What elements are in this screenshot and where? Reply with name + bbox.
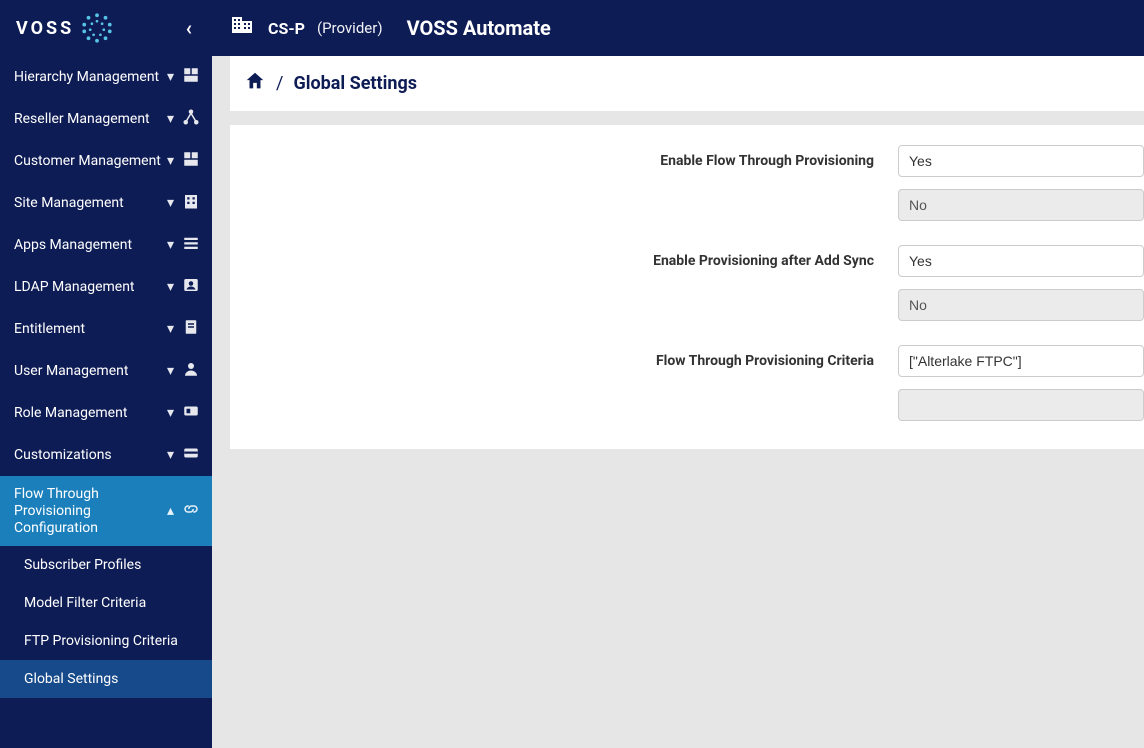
enable-flow-through-secondary <box>898 189 1144 221</box>
sidebar-item-ldap-management[interactable]: LDAP Management ▾ <box>0 266 212 308</box>
link-icon <box>182 500 200 522</box>
sidebar-item-label: Hierarchy Management <box>14 69 161 86</box>
chevron-down-icon: ▾ <box>167 405 174 421</box>
sub-item-label: Model Filter Criteria <box>24 595 146 611</box>
form-group-flow-through-criteria: Flow Through Provisioning Criteria <box>230 345 1144 421</box>
sidebar-item-user-management[interactable]: User Management ▾ <box>0 350 212 392</box>
building-icon <box>182 192 200 214</box>
chevron-down-icon: ▾ <box>167 69 174 85</box>
sidebar-item-role-management[interactable]: Role Management ▾ <box>0 392 212 434</box>
sidebar-item-label: Apps Management <box>14 237 161 254</box>
sidebar-item-label: Reseller Management <box>14 111 161 128</box>
sidebar-item-customer-management[interactable]: Customer Management ▾ <box>0 140 212 182</box>
person-icon <box>182 360 200 382</box>
sidebar-item-label: Entitlement <box>14 321 161 338</box>
org-icon <box>182 150 200 172</box>
sub-item-global-settings[interactable]: Global Settings <box>0 660 212 698</box>
sub-item-label: Global Settings <box>24 671 118 687</box>
sidebar-item-entitlement[interactable]: Entitlement ▾ <box>0 308 212 350</box>
sidebar-item-apps-management[interactable]: Apps Management ▾ <box>0 224 212 266</box>
enable-after-add-sync-secondary <box>898 289 1144 321</box>
sub-item-model-filter-criteria[interactable]: Model Filter Criteria <box>0 584 212 622</box>
chevron-down-icon: ▾ <box>167 111 174 127</box>
topbar: CS-P (Provider) VOSS Automate <box>212 0 1144 56</box>
form-label: Enable Flow Through Provisioning <box>230 145 898 177</box>
org-icon <box>230 13 254 43</box>
brand-name: VOSS <box>16 18 74 39</box>
share-icon <box>182 108 200 130</box>
sidebar-item-label: Flow Through Provisioning Configuration <box>14 486 161 536</box>
chevron-down-icon: ▾ <box>167 237 174 253</box>
form-group-enable-flow-through: Enable Flow Through Provisioning <box>230 145 1144 221</box>
sidebar-header: VOSS ‹ <box>0 0 212 56</box>
chevron-down-icon: ▾ <box>167 279 174 295</box>
form-panel: Enable Flow Through Provisioning Enable … <box>230 125 1144 449</box>
chevron-down-icon: ▾ <box>167 321 174 337</box>
breadcrumb-title: Global Settings <box>293 73 417 94</box>
sidebar-item-label: Role Management <box>14 405 161 422</box>
form-label: Enable Provisioning after Add Sync <box>230 245 898 277</box>
chevron-down-icon: ▾ <box>167 363 174 379</box>
provider-code[interactable]: CS-P <box>268 19 305 38</box>
sidebar-collapse-button[interactable]: ‹ <box>180 12 198 44</box>
sidebar-item-hierarchy-management[interactable]: Hierarchy Management ▾ <box>0 56 212 98</box>
contact-icon <box>182 276 200 298</box>
brand-logo[interactable]: VOSS <box>16 11 114 45</box>
sidebar-item-customizations[interactable]: Customizations ▾ <box>0 434 212 476</box>
sidebar-item-flow-through-provisioning[interactable]: Flow Through Provisioning Configuration … <box>0 476 212 546</box>
sub-item-ftp-provisioning-criteria[interactable]: FTP Provisioning Criteria <box>0 622 212 660</box>
org-icon <box>182 66 200 88</box>
sub-item-subscriber-profiles[interactable]: Subscriber Profiles <box>0 546 212 584</box>
sidebar-item-label: User Management <box>14 363 161 380</box>
enable-flow-through-input[interactable] <box>898 145 1144 177</box>
chevron-down-icon: ▾ <box>167 447 174 463</box>
breadcrumb-panel: / Global Settings <box>230 56 1144 111</box>
app-title: VOSS Automate <box>407 16 551 40</box>
grid-icon <box>182 234 200 256</box>
card-icon <box>182 444 200 466</box>
provider-label: (Provider) <box>317 19 383 37</box>
content-area: / Global Settings Enable Flow Through Pr… <box>212 56 1144 748</box>
flow-through-criteria-input[interactable] <box>898 345 1144 377</box>
sidebar-item-label: Customizations <box>14 447 161 464</box>
doc-icon <box>182 318 200 340</box>
sub-item-label: FTP Provisioning Criteria <box>24 633 178 649</box>
sidebar-item-label: LDAP Management <box>14 279 161 296</box>
home-icon[interactable] <box>244 70 266 97</box>
chevron-down-icon: ▾ <box>167 195 174 211</box>
brand-mark-icon <box>80 11 114 45</box>
form-label: Flow Through Provisioning Criteria <box>230 345 898 377</box>
sidebar-item-site-management[interactable]: Site Management ▾ <box>0 182 212 224</box>
badge-icon <box>182 402 200 424</box>
enable-after-add-sync-input[interactable] <box>898 245 1144 277</box>
sidebar-subnav: Subscriber Profiles Model Filter Criteri… <box>0 546 212 698</box>
chevron-up-icon: ▴ <box>167 503 174 519</box>
sidebar-item-label: Customer Management <box>14 153 161 170</box>
breadcrumb-separator: / <box>276 73 283 94</box>
form-group-enable-after-add-sync: Enable Provisioning after Add Sync <box>230 245 1144 321</box>
sidebar-nav: Hierarchy Management ▾ Reseller Manageme… <box>0 56 212 748</box>
sidebar-item-reseller-management[interactable]: Reseller Management ▾ <box>0 98 212 140</box>
sidebar-item-label: Site Management <box>14 195 161 212</box>
main-column: CS-P (Provider) VOSS Automate / Global S… <box>212 0 1144 748</box>
sub-item-label: Subscriber Profiles <box>24 557 141 573</box>
breadcrumb: / Global Settings <box>230 56 1144 111</box>
sidebar: VOSS ‹ <box>0 0 212 748</box>
flow-through-criteria-secondary <box>898 389 1144 421</box>
chevron-down-icon: ▾ <box>167 153 174 169</box>
